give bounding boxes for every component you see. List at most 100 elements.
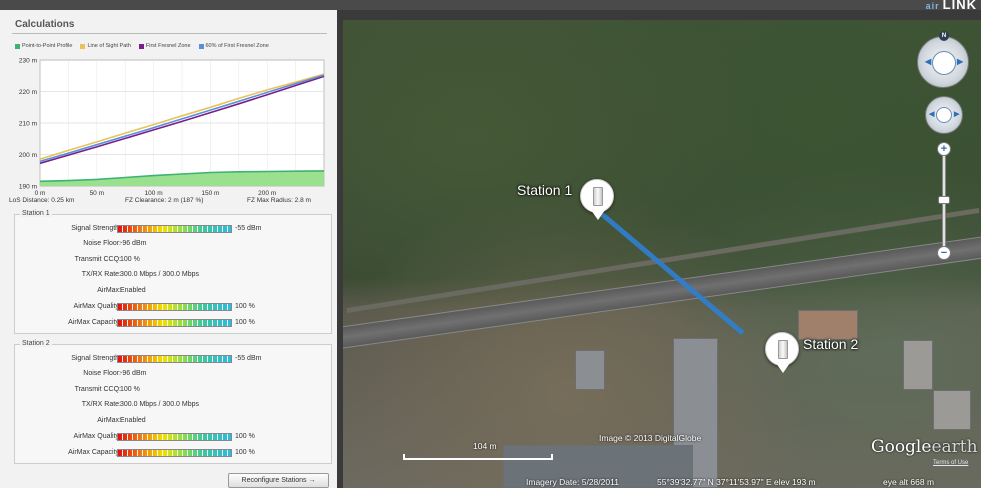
zoom-thumb[interactable] (938, 196, 950, 204)
station1-airmax-capacity-row: AirMax Capacity: 100 % (15, 319, 331, 329)
transmit-ccq-value: 100 % (120, 386, 140, 393)
station2-marker[interactable] (765, 332, 799, 373)
airmax-capacity-meter (117, 449, 232, 457)
airmax-label: AirMax: (97, 417, 121, 424)
y-tick-label: 230 m (19, 58, 37, 65)
look-eye-icon[interactable] (932, 51, 956, 75)
top-bar: air LINK (0, 0, 981, 12)
station1-noise-floor-row: Noise Floor: -96 dBm (15, 240, 331, 250)
building (933, 390, 971, 430)
airmax-capacity-meter (117, 319, 232, 327)
pan-arrows-icon: ▶ (954, 111, 960, 118)
compass-north: N (939, 31, 949, 41)
compass-control[interactable]: N ◀ ▶ (917, 31, 969, 88)
station1-txrx-rate-row: TX/RX Rate: 300.0 Mbps / 300.0 Mbps (15, 271, 331, 281)
txrx-rate-label: TX/RX Rate: (81, 401, 121, 408)
pan-control[interactable]: ◀ ▶ (925, 96, 963, 134)
x-tick-label: 200 m (258, 190, 276, 197)
legend-item-los: Line of Sight Path (80, 43, 131, 49)
look-arrows-icon: ◀ (925, 57, 932, 66)
noise-floor-value: -96 dBm (120, 370, 147, 377)
station2-airmax-row: AirMax: Enabled (15, 417, 331, 427)
fresnel-chart: 190 m200 m210 m220 m230 m0 m 50 m 100 m 150… (19, 58, 325, 197)
airmax-label: AirMax: (97, 287, 121, 294)
airmax-quality-value: 100 % (235, 433, 255, 440)
zoom-out-button[interactable]: − (937, 246, 951, 260)
station1-device-icon (593, 187, 603, 206)
airmax-value: Enabled (120, 417, 146, 424)
y-tick-label: 210 m (19, 121, 37, 128)
airmax-capacity-label: AirMax Capacity: (68, 319, 121, 326)
calculations-panel: Calculations Point-to-Point Profile Line… (0, 10, 337, 488)
y-tick-label: 220 m (19, 89, 37, 96)
station2-signal-strength-row: Signal Strength: -55 dBm (15, 355, 331, 365)
transmit-ccq-label: Transmit CCQ: (74, 256, 121, 263)
transmit-ccq-value: 100 % (120, 256, 140, 263)
highway (343, 231, 981, 351)
fz-max-radius: FZ Max Radius: 2.8 m (247, 197, 311, 204)
building (575, 350, 605, 390)
map-status-bar: Imagery Date: 5/28/2011 55°39'32.77" N 3… (343, 472, 981, 488)
station1-transmit-ccq-row: Transmit CCQ: 100 % (15, 256, 331, 266)
station1-signal-strength-row: Signal Strength: -55 dBm (15, 225, 331, 235)
station2-map-label: Station 2 (803, 336, 859, 352)
signal-strength-value: -55 dBm (235, 355, 262, 362)
look-arrows-icon: ▶ (957, 57, 964, 66)
los-distance: LoS Distance: 0.25 km (9, 197, 75, 204)
hand-icon[interactable] (936, 107, 952, 123)
brand-logo: air LINK (925, 0, 977, 12)
signal-strength-label: Signal Strength: (71, 225, 121, 232)
legend-item-fresnel: First Fresnel Zone (138, 43, 191, 49)
reconfigure-stations-button[interactable]: Reconfigure Stations → (228, 473, 329, 488)
station1-map-label: Station 1 (517, 182, 573, 198)
legend-swatch-fresnel (138, 43, 144, 49)
noise-floor-value: -96 dBm (120, 240, 147, 247)
imagery-date: Imagery Date: 5/28/2011 (526, 477, 619, 487)
txrx-rate-label: TX/RX Rate: (81, 271, 121, 278)
airmax-capacity-value: 100 % (235, 449, 255, 456)
txrx-rate-value: 300.0 Mbps / 300.0 Mbps (120, 401, 199, 408)
fz-clearance: FZ Clearance: 2 m (187 %) (125, 197, 204, 204)
station1-legend: Station 1 (20, 210, 52, 217)
station2-device-icon (778, 340, 788, 359)
station2-legend: Station 2 (20, 340, 52, 347)
station2-airmax-quality-row: AirMax Quality: 100 % (15, 433, 331, 443)
title-divider (12, 33, 327, 34)
airmax-quality-value: 100 % (235, 303, 255, 310)
station1-marker[interactable] (580, 179, 614, 220)
station2-noise-floor-row: Noise Floor: -96 dBm (15, 370, 331, 380)
legend-item-profile: Point-to-Point Profile (15, 43, 72, 49)
pan-arrows-icon: ◀ (929, 111, 935, 118)
zoom-in-button[interactable]: + (937, 142, 951, 156)
chart-legend: Point-to-Point Profile Line of Sight Pat… (15, 43, 269, 49)
station2-airmax-capacity-row: AirMax Capacity: 100 % (15, 449, 331, 459)
legend-swatch-los (80, 43, 86, 49)
airmax-value: Enabled (120, 287, 146, 294)
station2-txrx-rate-row: TX/RX Rate: 300.0 Mbps / 300.0 Mbps (15, 401, 331, 411)
google-earth-logo: Googleearth (871, 437, 978, 457)
zoom-slider[interactable]: + − (937, 142, 951, 260)
station1-airmax-row: AirMax: Enabled (15, 287, 331, 297)
legend-swatch-fresnel-60 (198, 43, 204, 49)
x-tick-label: 100 m (145, 190, 163, 197)
terms-of-use-link[interactable]: Terms of Use (933, 460, 968, 466)
station1-panel: Station 1 Signal Strength: -55 dBm Noise… (14, 210, 332, 334)
scale-label: 104 m (473, 441, 497, 451)
station1-airmax-quality-row: AirMax Quality: 100 % (15, 303, 331, 313)
x-tick-label: 0 m (35, 190, 46, 197)
satellite-map[interactable]: Station 1 Station 2 N ◀ ▶ ◀ ▶ + − 104 m … (343, 20, 981, 488)
signal-strength-meter (117, 225, 232, 233)
legend-swatch-profile (15, 43, 20, 49)
signal-strength-meter (117, 355, 232, 363)
scale-bar (403, 454, 553, 460)
airmax-quality-label: AirMax Quality: (73, 433, 121, 440)
signal-strength-value: -55 dBm (235, 225, 262, 232)
noise-floor-label: Noise Floor: (83, 370, 121, 377)
airmax-quality-label: AirMax Quality: (73, 303, 121, 310)
x-tick-label: 50 m (90, 190, 104, 197)
station2-panel: Station 2 Signal Strength: -55 dBm Noise… (14, 340, 332, 464)
calculations-title: Calculations (15, 19, 75, 30)
x-tick-label: 150 m (201, 190, 219, 197)
station2-transmit-ccq-row: Transmit CCQ: 100 % (15, 386, 331, 396)
building (903, 340, 933, 390)
